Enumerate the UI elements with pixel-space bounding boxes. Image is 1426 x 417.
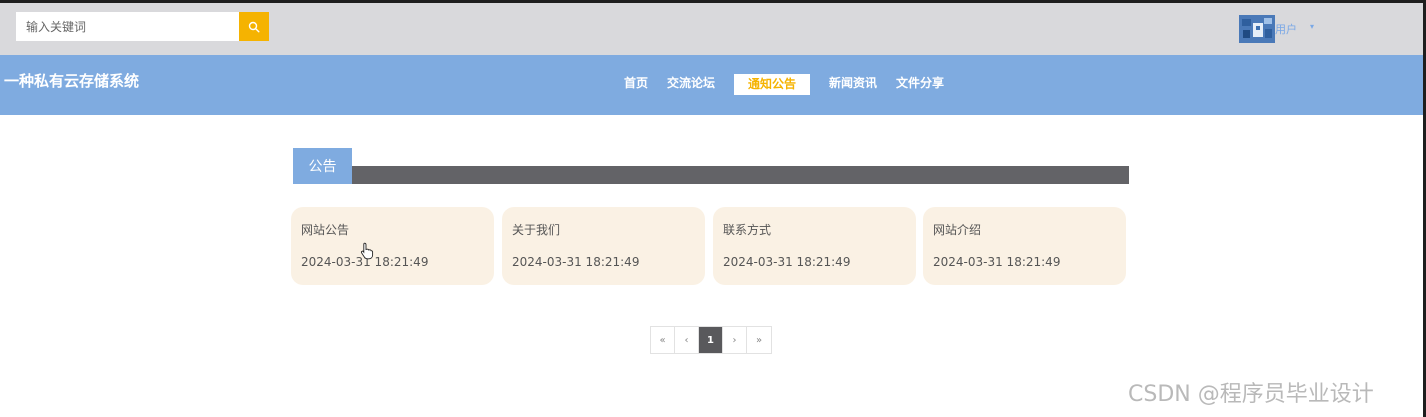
nav-item-notices[interactable]: 通知公告: [734, 74, 811, 95]
site-title: 一种私有云存储系统: [4, 72, 140, 90]
notice-title: 关于我们: [512, 223, 561, 237]
pagination-first-button[interactable]: «: [651, 327, 675, 353]
hand-pointer-cursor-icon: [360, 242, 374, 260]
notice-card[interactable]: 网站公告 2024-03-31 18:21:49: [291, 207, 494, 285]
search-input[interactable]: [16, 12, 239, 41]
section-divider-bar: [352, 166, 1129, 184]
section-title: 公告: [293, 148, 352, 184]
user-menu-label[interactable]: 用户: [1275, 21, 1297, 37]
pagination-current-page[interactable]: 1: [699, 327, 723, 353]
notice-title: 网站公告: [301, 223, 350, 237]
search-button[interactable]: [239, 12, 269, 41]
nav-item-home[interactable]: 首页: [624, 74, 648, 91]
chevron-down-icon[interactable]: ▾: [1310, 22, 1314, 31]
pagination-prev-button[interactable]: ‹: [675, 327, 699, 353]
pagination-last-button[interactable]: »: [747, 327, 771, 353]
user-avatar[interactable]: [1239, 15, 1275, 43]
notice-date: 2024-03-31 18:21:49: [512, 255, 640, 269]
notice-date: 2024-03-31 18:21:49: [723, 255, 851, 269]
notice-title: 联系方式: [723, 223, 772, 237]
nav-item-file-share[interactable]: 文件分享: [896, 74, 944, 91]
nav-item-news[interactable]: 新闻资讯: [829, 74, 877, 91]
pagination-next-button[interactable]: ›: [723, 327, 747, 353]
notice-date: 2024-03-31 18:21:49: [933, 255, 1061, 269]
notice-card[interactable]: 网站介绍 2024-03-31 18:21:49: [923, 207, 1126, 285]
pagination: « ‹ 1 › »: [650, 326, 772, 354]
notice-title: 网站介绍: [933, 223, 982, 237]
search-icon: [248, 21, 260, 33]
notice-card[interactable]: 联系方式 2024-03-31 18:21:49: [713, 207, 916, 285]
nav-item-forum[interactable]: 交流论坛: [667, 74, 715, 91]
main-navbar: 一种私有云存储系统 首页 交流论坛 通知公告 新闻资讯 文件分享: [0, 55, 1423, 115]
csdn-watermark: CSDN @程序员毕业设计: [1128, 382, 1374, 407]
top-utility-bar: 用户 ▾: [0, 3, 1423, 55]
notice-card[interactable]: 关于我们 2024-03-31 18:21:49: [502, 207, 705, 285]
